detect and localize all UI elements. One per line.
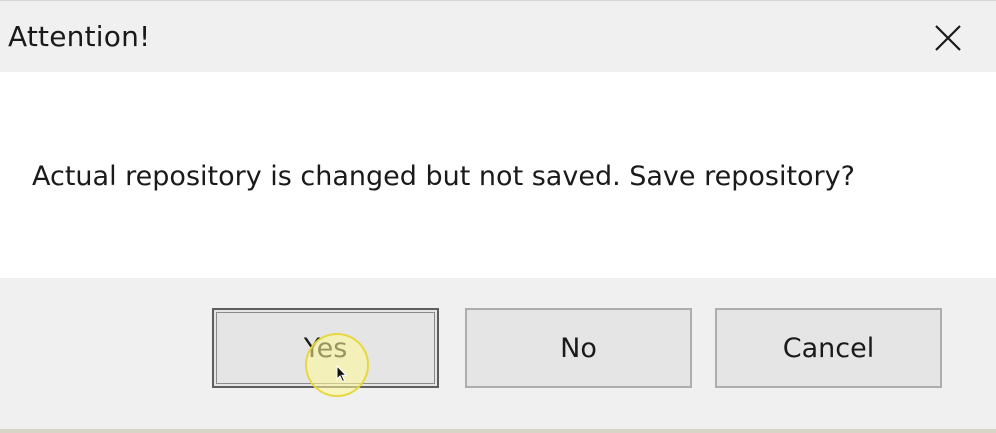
dialog-titlebar: Attention!	[0, 2, 996, 72]
dialog-window: Attention! Actual repository is changed …	[0, 0, 996, 433]
mouse-pointer-icon	[336, 365, 348, 383]
close-icon	[935, 25, 961, 51]
cancel-button[interactable]: Cancel	[715, 308, 942, 388]
dialog-button-bar: Yes No Cancel	[0, 278, 996, 433]
dialog-message: Actual repository is changed but not sav…	[32, 161, 855, 192]
dialog-title: Attention!	[8, 20, 151, 53]
no-button[interactable]: No	[465, 308, 692, 388]
background-edge	[0, 429, 996, 433]
dialog-content: Actual repository is changed but not sav…	[0, 72, 996, 278]
close-button[interactable]	[926, 16, 970, 60]
